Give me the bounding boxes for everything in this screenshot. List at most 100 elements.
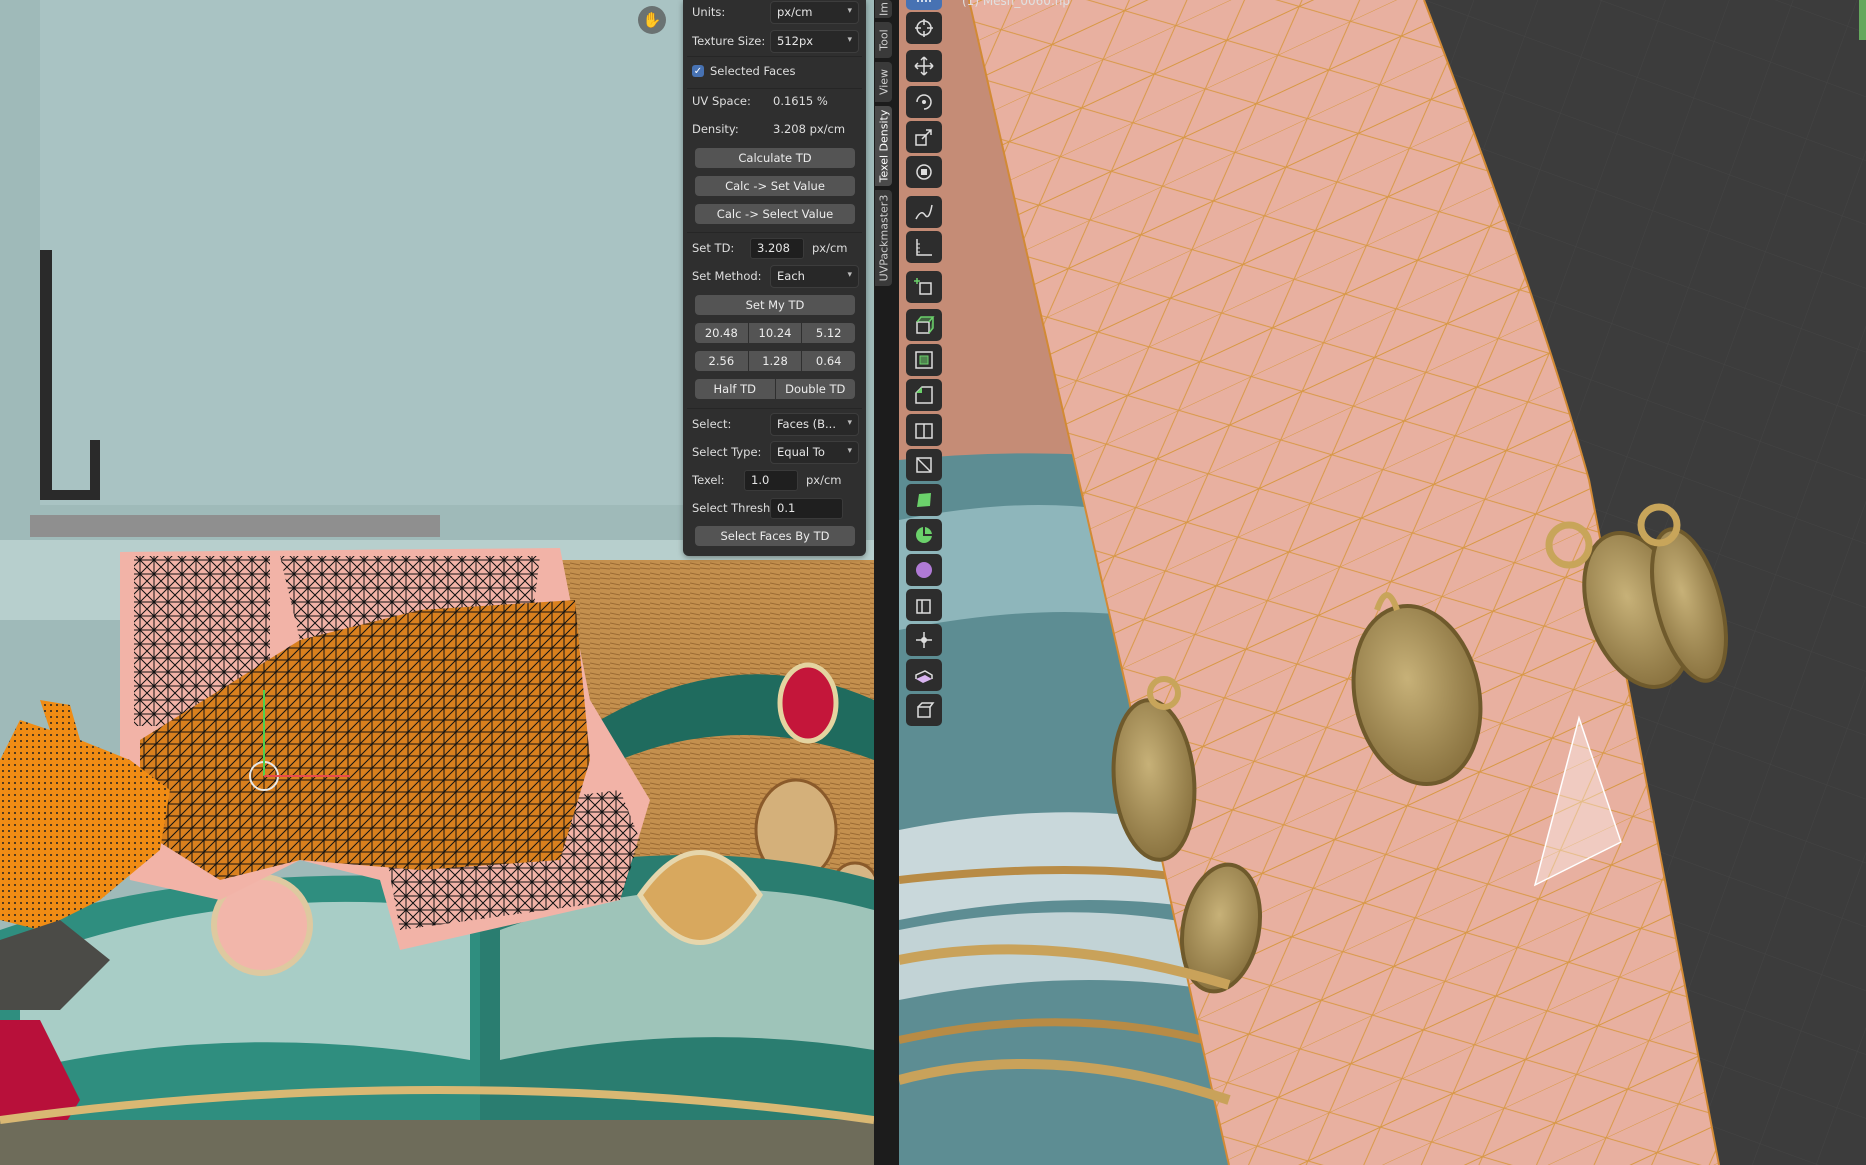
- rotate-icon: [916, 94, 932, 110]
- shear-tool-button[interactable]: [906, 659, 942, 691]
- units-dropdown[interactable]: px/cm ▾: [770, 0, 859, 24]
- calculate-td-button[interactable]: Calculate TD: [695, 148, 855, 168]
- sidebar-tabs: Im Tool View Texel Density UVPackmaster3: [875, 0, 892, 300]
- inset-tool-button[interactable]: [906, 344, 942, 376]
- tab-texel-density[interactable]: Texel Density: [875, 106, 892, 186]
- measure-tool-button[interactable]: [906, 231, 942, 263]
- tab-image[interactable]: Im: [875, 0, 892, 18]
- shear-icon: [915, 670, 933, 683]
- rip-tool-button[interactable]: [906, 694, 942, 726]
- preset-row-1: 20.48 10.24 5.12: [695, 323, 856, 343]
- select-type-dropdown[interactable]: Equal To ▾: [770, 440, 859, 464]
- spin-tool-button[interactable]: [906, 519, 942, 551]
- double-td-button[interactable]: Double TD: [775, 379, 855, 399]
- select-label: Select:: [692, 417, 732, 431]
- tab-uvpackmaster3[interactable]: UVPackmaster3: [875, 190, 892, 286]
- density-value: 3.208 px/cm: [773, 122, 846, 136]
- preset-row-2: 2.56 1.28 0.64: [695, 351, 856, 371]
- tweak-icon: [916, 0, 932, 2]
- shrink-fatten-tool-button[interactable]: [906, 624, 942, 656]
- texture-size-dropdown[interactable]: 512px ▾: [770, 29, 859, 53]
- shrink-fatten-icon: [916, 632, 932, 648]
- set-td-input[interactable]: 3.208: [750, 237, 804, 259]
- object-name-label: (1) Mesh_0060.hp: [962, 0, 1070, 8]
- preset-5-12-button[interactable]: 5.12: [802, 323, 856, 343]
- smooth-tool-button[interactable]: [906, 554, 942, 586]
- uv-space-label: UV Space:: [692, 94, 751, 108]
- tab-tool[interactable]: Tool: [875, 22, 892, 58]
- transform-tool-button[interactable]: [906, 156, 942, 188]
- texture-size-label: Texture Size:: [692, 34, 766, 48]
- 3d-viewport[interactable]: (1) Mesh_0060.hp: [899, 0, 1866, 1165]
- edge-slide-tool-button[interactable]: [906, 589, 942, 621]
- bevel-tool-button[interactable]: [906, 379, 942, 411]
- chevron-down-icon: ▾: [847, 445, 852, 456]
- units-label: Units:: [692, 5, 726, 19]
- edge-slide-icon: [916, 599, 931, 614]
- move-icon: [914, 56, 934, 76]
- spin-icon: [916, 527, 932, 543]
- pan-view-icon[interactable]: ✋: [638, 6, 666, 34]
- annotate-tool-button[interactable]: [906, 196, 942, 228]
- rip-icon: [917, 702, 935, 718]
- set-method-dropdown[interactable]: Each ▾: [770, 264, 859, 288]
- selected-faces-label: Selected Faces: [710, 64, 796, 78]
- select-faces-by-td-button[interactable]: Select Faces By TD: [695, 526, 855, 546]
- set-td-unit: px/cm: [812, 241, 848, 255]
- move-tool-button[interactable]: [906, 50, 942, 82]
- add-cube-icon: [914, 278, 932, 295]
- set-method-label: Set Method:: [692, 269, 762, 283]
- preset-0-64-button[interactable]: 0.64: [802, 351, 856, 371]
- extrude-icon: [916, 316, 935, 334]
- select-threshold-label: Select Thresh...: [692, 501, 770, 515]
- loop-cut-tool-button[interactable]: [906, 414, 942, 446]
- chevron-down-icon: ▾: [847, 5, 852, 16]
- selected-faces-checkbox[interactable]: ✓: [692, 65, 704, 77]
- preset-1-28-button[interactable]: 1.28: [748, 351, 802, 371]
- chevron-down-icon: ▾: [847, 417, 852, 428]
- transform-icon: [916, 164, 932, 180]
- half-double-row: Half TD Double TD: [695, 379, 855, 399]
- scale-tool-button[interactable]: [906, 121, 942, 153]
- scale-icon: [915, 129, 932, 146]
- knife-icon: [916, 457, 932, 473]
- loop-cut-icon: [915, 423, 933, 439]
- bevel-icon: [915, 386, 933, 404]
- smooth-icon: [916, 562, 932, 578]
- tool-shelf: [904, 0, 944, 735]
- uv-editor[interactable]: ✋ Units: px/cm ▾ Texture Size: 512px ▾ ✓ S…: [0, 0, 874, 1165]
- calc-select-value-button[interactable]: Calc -> Select Value: [695, 204, 855, 224]
- preset-2-56-button[interactable]: 2.56: [695, 351, 748, 371]
- half-td-button[interactable]: Half TD: [695, 379, 775, 399]
- chevron-down-icon: ▾: [847, 269, 852, 280]
- tweak-tool-button[interactable]: [906, 0, 942, 10]
- calc-set-value-button[interactable]: Calc -> Set Value: [695, 176, 855, 196]
- texel-input[interactable]: 1.0: [744, 469, 798, 491]
- poly-build-icon: [917, 493, 931, 507]
- set-td-label: Set TD:: [692, 241, 735, 255]
- select-type-label: Select Type:: [692, 445, 762, 459]
- select-threshold-input[interactable]: 0.1: [770, 497, 843, 519]
- viewport-scene[interactable]: [899, 0, 1866, 1165]
- preset-20-48-button[interactable]: 20.48: [695, 323, 748, 343]
- measure-icon: [916, 239, 932, 256]
- poly-build-tool-button[interactable]: [906, 484, 942, 516]
- add-cube-tool-button[interactable]: [906, 271, 942, 303]
- density-label: Density:: [692, 122, 739, 136]
- knife-tool-button[interactable]: [906, 449, 942, 481]
- texel-density-panel: Units: px/cm ▾ Texture Size: 512px ▾ ✓ Sel…: [683, 0, 866, 556]
- annotate-icon: [915, 204, 933, 220]
- inset-icon: [915, 351, 933, 369]
- tab-view[interactable]: View: [875, 62, 892, 102]
- preset-10-24-button[interactable]: 10.24: [748, 323, 802, 343]
- rotate-tool-button[interactable]: [906, 86, 942, 118]
- texel-unit: px/cm: [806, 473, 842, 487]
- chevron-down-icon: ▾: [847, 34, 852, 45]
- select-dropdown[interactable]: Faces (B... ▾: [770, 412, 859, 436]
- uv-space-value: 0.1615 %: [773, 94, 828, 108]
- set-my-td-button[interactable]: Set My TD: [695, 295, 855, 315]
- cursor-icon: [915, 19, 933, 37]
- texel-label: Texel:: [692, 473, 725, 487]
- cursor-tool-button[interactable]: [906, 12, 942, 44]
- extrude-tool-button[interactable]: [906, 309, 942, 341]
